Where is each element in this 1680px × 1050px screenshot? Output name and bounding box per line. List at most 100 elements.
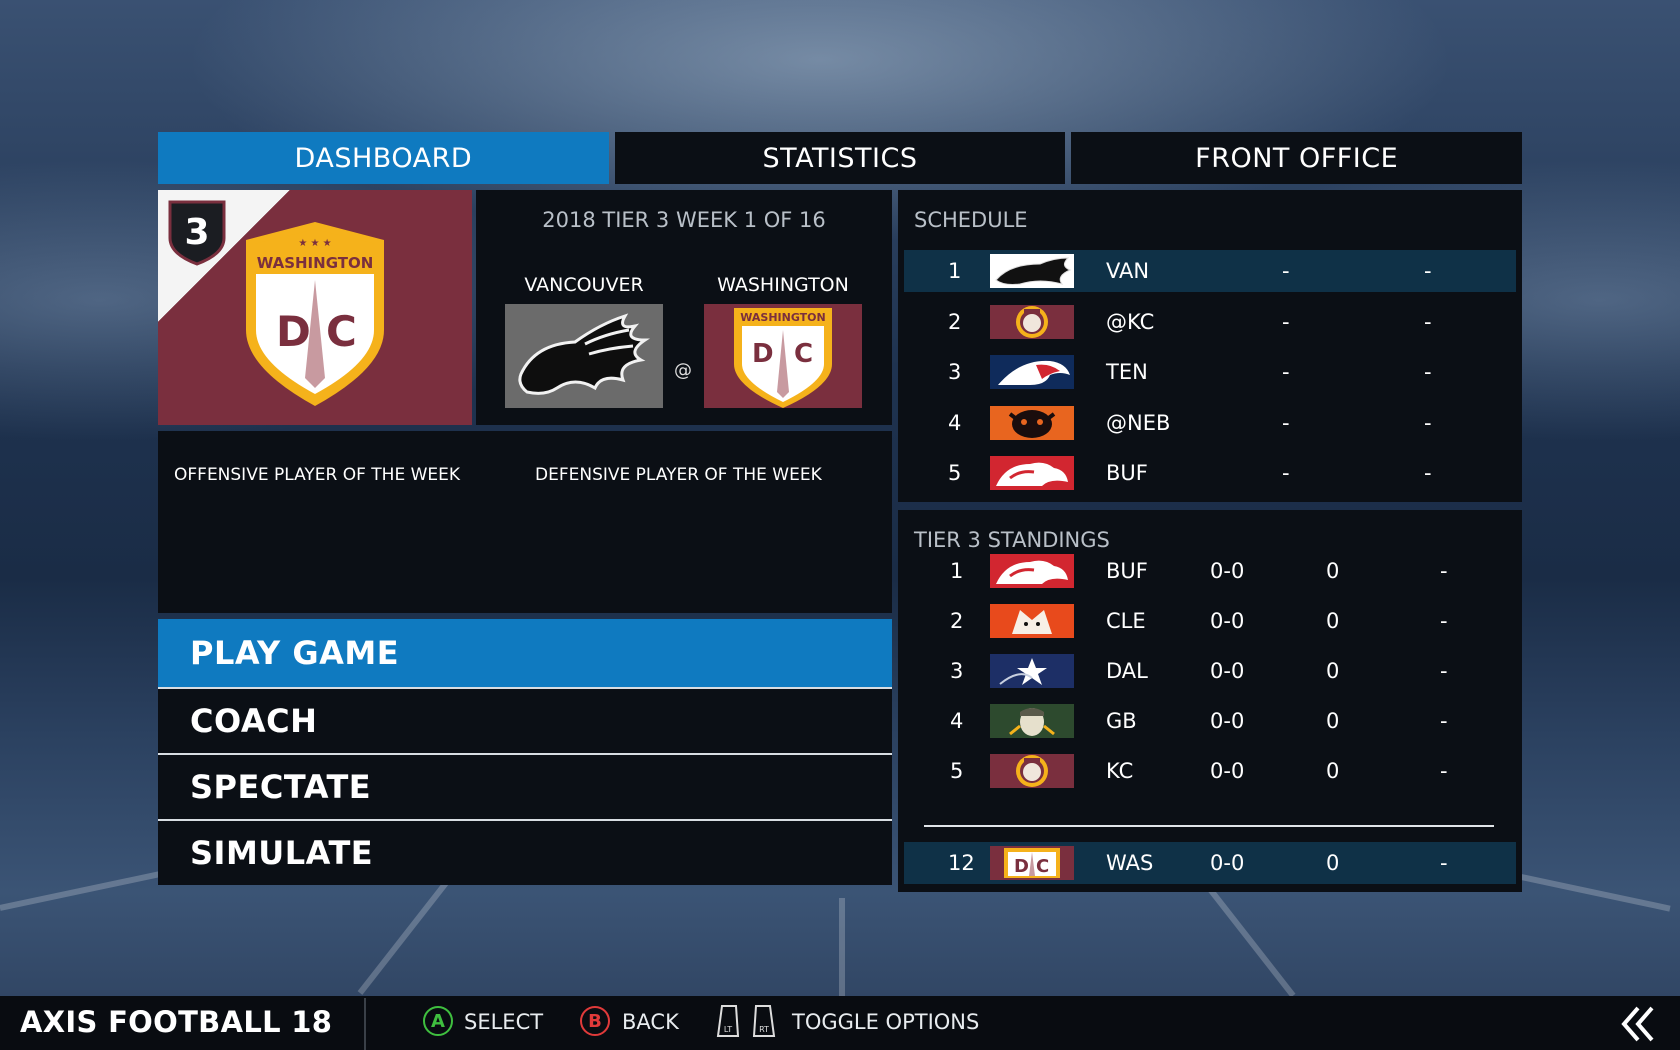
standing-team: KC [1106, 759, 1134, 783]
svg-text:C: C [794, 339, 813, 369]
buffalo-logo-icon [990, 456, 1074, 490]
kansas-city-logo-icon [990, 304, 1074, 339]
standing-streak: - [1440, 851, 1448, 875]
team-card: 3 ★ ★ ★ WASHINGTON D C [158, 190, 472, 425]
svg-text:★ ★ ★: ★ ★ ★ [298, 238, 331, 249]
coach-button[interactable]: COACH [158, 687, 892, 753]
tab-dashboard[interactable]: DASHBOARD [158, 132, 609, 184]
washington-logo-icon: WASHINGTON D C [704, 304, 862, 408]
schedule-score: - [1424, 259, 1432, 283]
standing-points: 0 [1326, 609, 1340, 633]
schedule-week: 4 [948, 410, 962, 435]
rank-number: 3 [184, 212, 209, 253]
svg-text:D: D [752, 339, 774, 369]
schedule-result: - [1282, 259, 1290, 283]
schedule-score: - [1424, 309, 1432, 334]
standings-row[interactable]: 5 KC 0-0 0 - [904, 750, 1516, 792]
dallas-logo-icon [990, 654, 1074, 688]
tab-statistics[interactable]: STATISTICS [614, 132, 1066, 184]
standing-team: DAL [1106, 659, 1148, 683]
vancouver-logo-icon [505, 304, 663, 408]
green-bay-logo-icon [990, 704, 1074, 738]
defensive-potw-label: DEFENSIVE PLAYER OF THE WEEK [535, 465, 822, 485]
standing-rank: 1 [950, 559, 964, 583]
standing-streak: - [1440, 659, 1448, 683]
standing-team: WAS [1106, 851, 1154, 875]
standing-streak: - [1440, 759, 1448, 783]
b-button-icon: B [580, 1006, 610, 1036]
tab-front-office[interactable]: FRONT OFFICE [1071, 132, 1523, 184]
standing-points: 0 [1326, 559, 1340, 583]
home-team-name: WASHINGTON [717, 274, 849, 296]
standing-rank: 4 [950, 709, 964, 733]
standing-team: CLE [1106, 609, 1146, 633]
simulate-button[interactable]: SIMULATE [158, 819, 892, 885]
standing-rank: 12 [948, 851, 975, 875]
standings-title: TIER 3 STANDINGS [914, 528, 1110, 552]
player-of-week-panel: OFFENSIVE PLAYER OF THE WEEK DEFENSIVE P… [158, 431, 892, 613]
standings-row[interactable]: 2 CLE 0-0 0 - [904, 600, 1516, 642]
tennessee-logo-icon [990, 355, 1074, 389]
standings-panel: TIER 3 STANDINGS 1 BUF 0-0 0-2 CLE 0-0 0-3 DAL 0… [898, 510, 1522, 892]
standing-points: 0 [1326, 851, 1340, 875]
game-brand: AXIS FOOTBALL 18 [20, 1005, 333, 1039]
double-chevron-left-icon[interactable] [1618, 1004, 1658, 1044]
top-tabs: DASHBOARD STATISTICS FRONT OFFICE [158, 132, 1523, 184]
lt-trigger-icon: LT [716, 1005, 740, 1037]
schedule-row[interactable]: 4 @NEB - - [904, 402, 1516, 444]
standing-team: GB [1106, 709, 1137, 733]
play-game-button[interactable]: PLAY GAME [158, 619, 892, 687]
standing-record: 0-0 [1210, 759, 1245, 783]
schedule-opponent: @KC [1106, 309, 1155, 334]
rt-trigger-icon: RT [752, 1005, 776, 1037]
schedule-result: - [1282, 309, 1290, 334]
standing-record: 0-0 [1210, 609, 1245, 633]
cleveland-logo-icon [990, 604, 1074, 638]
select-hint: SELECT [464, 1010, 544, 1034]
schedule-result: - [1282, 461, 1290, 485]
schedule-score: - [1424, 360, 1432, 384]
schedule-week: 3 [948, 360, 962, 384]
spectate-button[interactable]: SPECTATE [158, 753, 892, 819]
lt-label: LT [724, 1025, 732, 1034]
schedule-opponent: BUF [1106, 461, 1148, 485]
schedule-opponent: TEN [1106, 360, 1148, 384]
schedule-row[interactable]: 1 VAN - - [904, 250, 1516, 292]
schedule-opponent: VAN [1106, 259, 1150, 283]
standing-record: 0-0 [1210, 851, 1245, 875]
nebraska-logo-icon [990, 405, 1074, 440]
schedule-score: - [1424, 410, 1432, 435]
schedule-week: 1 [948, 259, 962, 283]
buffalo-logo-icon [990, 554, 1074, 588]
standing-record: 0-0 [1210, 659, 1245, 683]
field-line [839, 898, 845, 998]
standings-row[interactable]: 3 DAL 0-0 0 - [904, 650, 1516, 692]
schedule-row[interactable]: 5 BUF - - [904, 452, 1516, 494]
standing-rank: 5 [950, 759, 964, 783]
standings-row[interactable]: 1 BUF 0-0 0 - [904, 550, 1516, 592]
standing-team: BUF [1106, 559, 1148, 583]
matchup-panel: 2018 TIER 3 WEEK 1 OF 16 VANCOUVER WASHI… [476, 190, 892, 425]
kansas-city-logo-icon [990, 754, 1074, 788]
standing-rank: 3 [950, 659, 964, 683]
schedule-panel: SCHEDULE 1 VAN - - 2 @KC - - 3 TEN - - 4 @NEB - - 5 BUF - - [898, 190, 1522, 502]
away-team-name: VANCOUVER [524, 274, 644, 296]
schedule-row[interactable]: 2 @KC - - [904, 301, 1516, 343]
a-button-icon: A [423, 1006, 453, 1036]
standing-record: 0-0 [1210, 709, 1245, 733]
svg-text:WASHINGTON: WASHINGTON [740, 311, 825, 324]
vancouver-logo-icon [990, 254, 1074, 288]
action-menu: PLAY GAME COACH SPECTATE SIMULATE [158, 619, 892, 885]
schedule-week: 2 [948, 309, 962, 334]
standings-row[interactable]: 4 GB 0-0 0 - [904, 700, 1516, 742]
bottom-bar: AXIS FOOTBALL 18 A SELECT B BACK LT RT T… [0, 996, 1680, 1050]
own-team-standing-row[interactable]: 12 D C WAS 0-0 0 - [904, 842, 1516, 884]
standing-points: 0 [1326, 709, 1340, 733]
toggle-options-hint: TOGGLE OPTIONS [792, 1010, 980, 1034]
standing-record: 0-0 [1210, 559, 1245, 583]
schedule-week: 5 [948, 461, 962, 485]
logo-wordmark: WASHINGTON [257, 254, 374, 272]
schedule-row[interactable]: 3 TEN - - [904, 351, 1516, 393]
rank-shield-icon: 3 [168, 200, 226, 266]
schedule-result: - [1282, 410, 1290, 435]
